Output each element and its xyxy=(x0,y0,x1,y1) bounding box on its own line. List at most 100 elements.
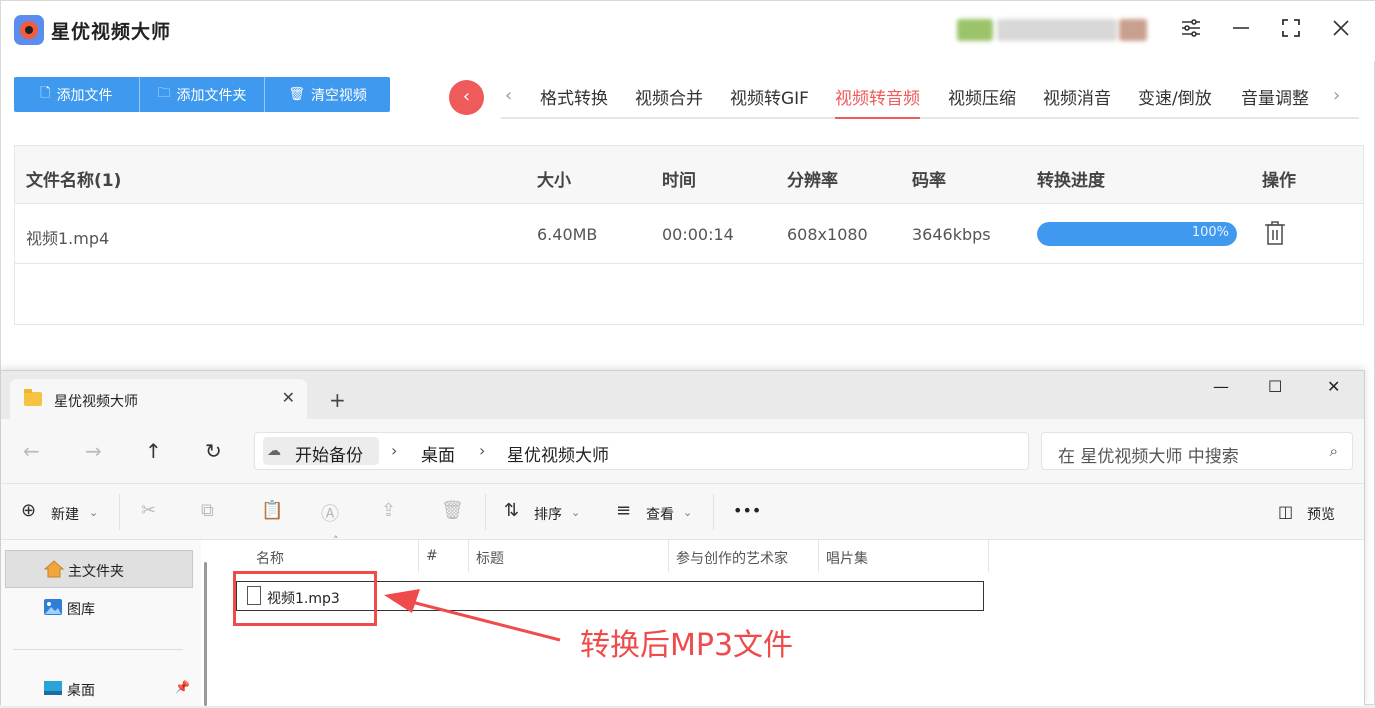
nav-up-icon[interactable]: ↑ xyxy=(145,439,162,463)
rename-icon[interactable]: Ⓐ xyxy=(321,500,339,526)
cloud-backup-icon: ☁ xyxy=(267,443,281,459)
app-title: 星优视频大师 xyxy=(51,21,172,43)
file-table: 文件名称(1) 大小 时间 分辨率 码率 转换进度 操作 视频1.mp4 6.4… xyxy=(14,145,1364,325)
feature-tabs: ‹ 格式转换 视频合并 视频转GIF 视频转音频 视频压缩 视频消音 变速/倒放… xyxy=(501,79,1359,119)
chevron-down-icon: ⌄ xyxy=(89,506,99,519)
breadcrumb-folder[interactable]: 星优视频大师 xyxy=(507,441,609,466)
col-action: 操作 xyxy=(1262,171,1296,191)
cell-bitrate: 3646kbps xyxy=(912,225,991,244)
cell-time: 00:00:14 xyxy=(662,225,734,244)
user-account-area[interactable] xyxy=(949,15,1149,47)
column-header-name[interactable]: 名称 xyxy=(256,548,284,568)
maximize-icon[interactable] xyxy=(1277,17,1305,45)
breadcrumb-backup[interactable]: 开始备份 xyxy=(295,441,363,466)
search-placeholder: 在 星优视频大师 中搜索 xyxy=(1058,447,1239,467)
desktop-icon xyxy=(43,679,63,697)
home-icon xyxy=(43,560,65,578)
close-icon[interactable] xyxy=(1327,17,1355,45)
nav-back-icon[interactable]: ← xyxy=(23,439,40,463)
col-progress: 转换进度 xyxy=(1037,171,1105,191)
tab-close-icon[interactable]: ✕ xyxy=(282,388,295,407)
trash-icon: 🗑 xyxy=(288,87,305,102)
app-logo-icon xyxy=(14,15,44,45)
sidebar-item-desktop[interactable]: 桌面 📌 xyxy=(5,670,193,708)
file-toolbar: 🗋 添加文件 🗀 添加文件夹 🗑 清空视频 xyxy=(14,77,390,112)
tab-video-merge[interactable]: 视频合并 xyxy=(635,84,703,109)
tabs-prev-icon[interactable]: ‹ xyxy=(505,85,512,106)
delete-icon[interactable] xyxy=(1264,220,1286,246)
explorer-minimize-icon[interactable]: — xyxy=(1213,377,1229,396)
refresh-icon[interactable]: ↻ xyxy=(205,439,222,463)
sidebar-item-gallery[interactable]: 图库 xyxy=(5,589,193,627)
add-folder-button[interactable]: 🗀 添加文件夹 xyxy=(140,77,266,112)
sort-arrow-icon: ˄ xyxy=(333,534,339,547)
view-button[interactable]: 查看 xyxy=(646,504,674,524)
tabs-next-icon[interactable]: › xyxy=(1333,85,1340,106)
folder-icon: 🗀 xyxy=(157,85,171,101)
copy-icon[interactable]: ⧉ xyxy=(201,500,214,521)
cell-size: 6.40MB xyxy=(537,225,598,244)
clear-video-button[interactable]: 🗑 清空视频 xyxy=(265,77,390,112)
settings-icon[interactable] xyxy=(1177,17,1205,45)
address-bar[interactable]: ☁ 开始备份 › 桌面 › 星优视频大师 xyxy=(254,432,1029,470)
new-icon: ⊕ xyxy=(21,500,37,521)
breadcrumb-separator-icon: › xyxy=(391,441,398,460)
delete-icon[interactable]: 🗑 xyxy=(441,500,464,521)
sidebar-item-label: 桌面 xyxy=(67,683,95,699)
explorer-nav-bar: ← → ↑ ↻ ☁ 开始备份 › 桌面 › 星优视频大师 在 星优视频大师 中搜… xyxy=(1,419,1364,483)
minimize-icon[interactable] xyxy=(1227,17,1255,45)
file-icon: 🗋 xyxy=(40,85,51,101)
new-button[interactable]: 新建 xyxy=(51,504,79,524)
table-row[interactable]: 视频1.mp4 6.40MB 00:00:14 608x1080 3646kbp… xyxy=(15,204,1363,264)
col-name: 文件名称(1) xyxy=(26,171,122,191)
pin-icon: 📌 xyxy=(175,680,190,694)
explorer-tab-bar: 星优视频大师 ✕ + — ☐ ✕ xyxy=(1,371,1364,419)
nav-forward-icon[interactable]: → xyxy=(85,439,102,463)
more-options-button[interactable]: ••• xyxy=(733,501,761,520)
view-icon: ≡ xyxy=(616,500,632,521)
cell-resolution: 608x1080 xyxy=(787,225,868,244)
sort-icon: ⇅ xyxy=(504,500,520,521)
explorer-tab[interactable]: 星优视频大师 ✕ xyxy=(10,379,307,419)
explorer-maximize-icon[interactable]: ☐ xyxy=(1268,377,1282,396)
title-bar: 星优视频大师 xyxy=(1,1,1375,61)
tab-speed-reverse[interactable]: 变速/倒放 xyxy=(1138,84,1212,109)
search-box[interactable]: 在 星优视频大师 中搜索 ⌕ xyxy=(1041,432,1353,470)
column-header-number[interactable]: # xyxy=(426,548,438,564)
column-header-artist[interactable]: 参与创作的艺术家 xyxy=(676,548,788,568)
tab-video-compress[interactable]: 视频压缩 xyxy=(948,84,1016,109)
sidebar-item-label: 图库 xyxy=(67,602,95,618)
sort-button[interactable]: 排序 xyxy=(534,504,562,524)
sidebar-item-label: 主文件夹 xyxy=(68,564,124,580)
table-header: 文件名称(1) 大小 时间 分辨率 码率 转换进度 操作 xyxy=(15,146,1363,204)
chevron-down-icon: ⌄ xyxy=(571,506,581,519)
tab-video-to-gif[interactable]: 视频转GIF xyxy=(730,84,809,109)
add-file-button[interactable]: 🗋 添加文件 xyxy=(14,77,140,112)
breadcrumb-desktop[interactable]: 桌面 xyxy=(421,441,455,466)
annotation-text: 转换后MP3文件 xyxy=(580,628,794,663)
column-header-album[interactable]: 唱片集 xyxy=(826,548,868,568)
explorer-close-icon[interactable]: ✕ xyxy=(1327,377,1340,396)
breadcrumb-separator-icon: › xyxy=(479,441,486,460)
col-resolution: 分辨率 xyxy=(787,171,838,191)
preview-pane-icon: ◫ xyxy=(1278,502,1294,521)
navigation-pane: 主文件夹 图库 桌面 📌 xyxy=(1,540,201,706)
col-bitrate: 码率 xyxy=(912,171,946,191)
back-button[interactable]: ‹ xyxy=(449,80,484,115)
folder-icon xyxy=(24,389,42,406)
progress-label: 100% xyxy=(1191,225,1229,240)
scrollbar[interactable] xyxy=(204,562,207,706)
tab-video-to-audio[interactable]: 视频转音频 xyxy=(835,84,920,119)
preview-button[interactable]: 预览 xyxy=(1307,504,1335,524)
column-header-title[interactable]: 标题 xyxy=(476,548,504,568)
tab-video-mute[interactable]: 视频消音 xyxy=(1043,84,1111,109)
share-icon[interactable]: ⇪ xyxy=(381,500,396,521)
new-tab-icon[interactable]: + xyxy=(329,388,346,412)
paste-icon[interactable]: 📋 xyxy=(261,500,283,521)
tab-format-convert[interactable]: 格式转换 xyxy=(540,84,608,109)
highlight-box xyxy=(233,571,377,626)
tab-volume-adjust[interactable]: 音量调整 xyxy=(1241,84,1309,109)
cut-icon[interactable]: ✂ xyxy=(141,500,156,521)
explorer-tab-title: 星优视频大师 xyxy=(54,394,138,410)
sidebar-item-home[interactable]: 主文件夹 xyxy=(5,550,193,588)
